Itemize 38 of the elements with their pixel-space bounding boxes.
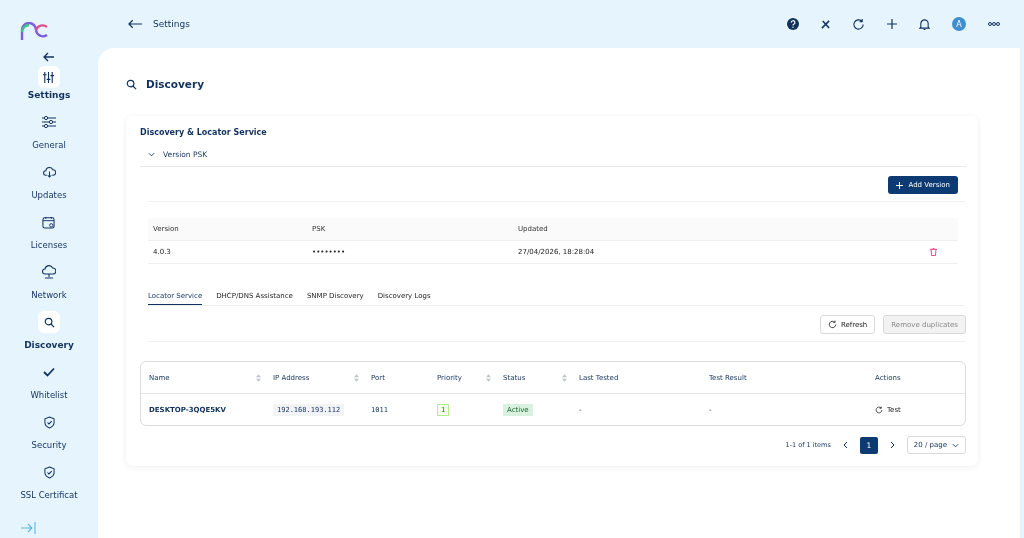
sidebar-item[interactable]: Security xyxy=(31,411,67,450)
section-title: Discovery & Locator Service xyxy=(140,128,268,137)
sidebar-item[interactable]: Whitelist xyxy=(30,361,68,400)
refresh-icon[interactable] xyxy=(852,17,865,31)
sidebar-item[interactable]: SSL Certificat xyxy=(20,461,78,500)
page-title: Discovery xyxy=(146,78,204,90)
sidebar-item[interactable]: Network xyxy=(31,261,67,300)
help-icon[interactable] xyxy=(787,18,799,30)
sliders-icon xyxy=(42,70,56,84)
back-arrow-icon[interactable] xyxy=(43,52,55,62)
more-icon[interactable] xyxy=(988,22,1000,26)
search-icon xyxy=(43,316,55,328)
search-icon xyxy=(126,78,137,90)
sidebar-heading: Settings xyxy=(27,90,71,100)
refresh-icon xyxy=(875,405,883,414)
trash-icon[interactable] xyxy=(929,248,937,256)
plus-icon xyxy=(896,181,904,189)
chevron-down-icon xyxy=(952,442,959,448)
sidebar-item[interactable]: Updates xyxy=(31,161,67,200)
calendar-icon xyxy=(42,215,56,229)
sidebar-item[interactable]: Licenses xyxy=(30,211,68,250)
next-page-icon[interactable] xyxy=(889,441,895,449)
refresh-icon xyxy=(827,320,837,329)
back-arrow-icon[interactable] xyxy=(128,19,143,29)
bell-icon[interactable] xyxy=(919,17,930,31)
breadcrumb-label: Settings xyxy=(153,19,190,29)
shield-icon xyxy=(43,415,55,429)
sidebar-item[interactable]: General xyxy=(32,111,66,150)
cloud-network-icon xyxy=(42,265,56,279)
checkmark-icon xyxy=(43,367,55,377)
chevron-icon xyxy=(148,152,155,157)
plus-icon[interactable] xyxy=(887,19,897,29)
shield-icon xyxy=(43,465,55,479)
sliders-icon xyxy=(41,115,57,129)
sidebar-item[interactable]: Discovery xyxy=(24,311,74,350)
logo-icon xyxy=(19,22,49,42)
previous-page-icon[interactable] xyxy=(842,441,848,449)
cloud-download-icon xyxy=(42,166,56,178)
